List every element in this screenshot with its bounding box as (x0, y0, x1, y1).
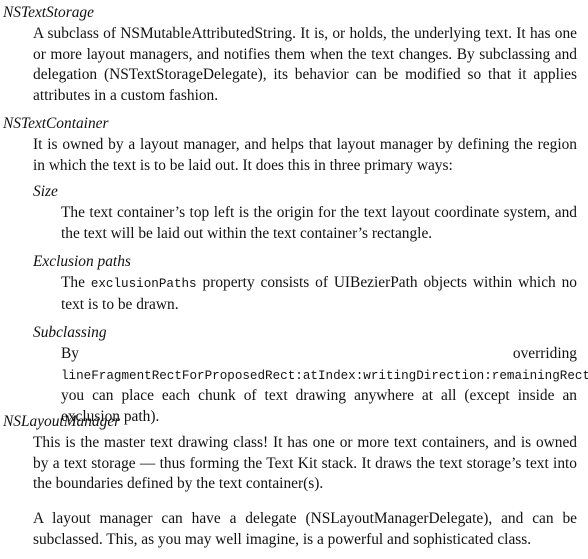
definition-size: The text container’s top left is the ori… (61, 204, 577, 242)
term-nslayoutmanager: NSLayoutManager (3, 413, 121, 430)
definition-nstextstorage: A subclass of NSMutableAttributedString.… (33, 25, 577, 104)
definition-nslayoutmanager: This is the master text drawing class! I… (33, 434, 577, 493)
term-nstextstorage: NSTextStorage (3, 4, 94, 21)
term-nstextcontainer: NSTextContainer (3, 115, 109, 132)
term-subclassing: Subclassing (33, 324, 107, 341)
exclusion-paths-text-before: The (61, 274, 91, 291)
documentation-page: NSTextStorage A subclass of NSMutableAtt… (0, 0, 588, 559)
term-exclusion-paths: Exclusion paths (33, 253, 131, 270)
definition-nslayoutmanager-delegate: A layout manager can have a delegate (NS… (33, 510, 577, 548)
definition-subclassing: By overriding lineFragmentRectForPropose… (61, 344, 588, 427)
definition-exclusion-paths: The exclusionPaths property consists of … (61, 273, 577, 315)
term-size: Size (33, 183, 58, 200)
definition-nstextcontainer: It is owned by a layout manager, and hel… (33, 136, 577, 174)
subclassing-code: lineFragmentRectForProposedRect:atIndex:… (61, 368, 588, 383)
exclusion-paths-code: exclusionPaths (90, 277, 197, 291)
subclassing-text-before: By overriding (61, 345, 577, 362)
